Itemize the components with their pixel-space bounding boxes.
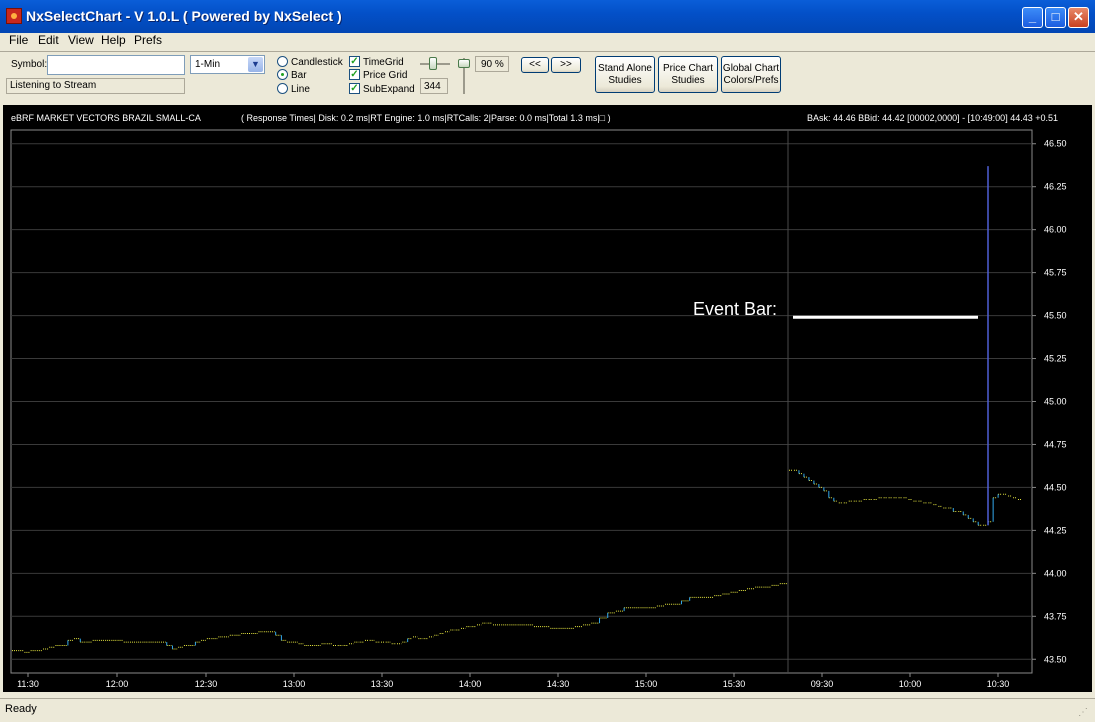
minimize-button[interactable]: _ xyxy=(1022,7,1043,28)
y-tick-label: 45.75 xyxy=(1044,268,1067,278)
y-tick-label: 45.25 xyxy=(1044,354,1067,364)
x-tick-label: 15:30 xyxy=(723,679,746,689)
menu-view[interactable]: View xyxy=(68,33,94,47)
price-chart-studies-line2: Studies xyxy=(671,74,705,86)
y-tick-label: 44.25 xyxy=(1044,525,1067,535)
interval-select[interactable]: 1-Min ▼ xyxy=(190,55,265,74)
y-tick-label: 44.50 xyxy=(1044,482,1067,492)
y-tick-label: 44.00 xyxy=(1044,568,1067,578)
chart-quote: BAsk: 44.46 BBid: 44.42 [00002,0000] - [… xyxy=(807,113,1058,123)
checkbox-sub-expand[interactable]: ✓ xyxy=(349,83,360,94)
prev-button[interactable]: << xyxy=(521,57,549,73)
radio-candlestick-label: Candlestick xyxy=(291,57,343,68)
minimize-icon: _ xyxy=(1028,9,1037,24)
maximize-button[interactable]: □ xyxy=(1045,7,1066,28)
percent-box: 90 % xyxy=(475,56,509,72)
checkbox-price-grid[interactable]: ✓ xyxy=(349,69,360,80)
radio-bar-label: Bar xyxy=(291,70,307,81)
y-tick-label: 45.00 xyxy=(1044,397,1067,407)
menu-divider xyxy=(0,51,1095,52)
stand-alone-studies-line2: Studies xyxy=(608,74,642,86)
symbol-input[interactable] xyxy=(47,55,185,75)
x-tick-label: 12:30 xyxy=(195,679,218,689)
next-button[interactable]: >> xyxy=(551,57,581,73)
chart-canvas: eBRF MARKET VECTORS BRAZIL SMALL-CA ( Res… xyxy=(10,113,1067,689)
checkbox-price-grid-label: Price Grid xyxy=(363,70,408,81)
x-tick-label: 13:30 xyxy=(371,679,394,689)
menu-file[interactable]: File xyxy=(9,33,28,47)
x-tick-label: 15:00 xyxy=(635,679,658,689)
price-chart[interactable]: eBRF MARKET VECTORS BRAZIL SMALL-CA ( Res… xyxy=(3,105,1092,692)
interval-value: 1-Min xyxy=(195,59,221,70)
price-chart-studies-line1: Price Chart xyxy=(662,62,713,74)
y-tick-label: 46.50 xyxy=(1044,139,1067,149)
x-tick-label: 10:30 xyxy=(987,679,1010,689)
stand-alone-studies-button[interactable]: Stand Alone Studies xyxy=(595,56,655,93)
x-tick-label: 11:30 xyxy=(17,679,39,689)
x-tick-label: 13:00 xyxy=(283,679,306,689)
checkbox-sub-expand-label: SubExpand xyxy=(363,84,415,95)
y-tick-label: 44.75 xyxy=(1044,439,1067,449)
global-chart-colors-line2: Colors/Prefs xyxy=(723,74,779,86)
stream-status-box: Listening to Stream xyxy=(6,78,185,94)
price-chart-studies-button[interactable]: Price Chart Studies xyxy=(658,56,718,93)
radio-line-label: Line xyxy=(291,84,310,95)
close-button[interactable]: ✕ xyxy=(1068,7,1089,28)
zoom-value-box: 344 xyxy=(420,78,448,94)
symbol-label: Symbol: xyxy=(11,59,48,70)
x-tick-label: 10:00 xyxy=(899,679,922,689)
chart-response-times: ( Response Times| Disk: 0.2 ms|RT Engine… xyxy=(241,113,611,123)
menu-help[interactable]: Help xyxy=(101,33,126,47)
menu-bar xyxy=(0,32,1095,50)
x-tick-label: 14:30 xyxy=(547,679,570,689)
chart-symbol-description: eBRF MARKET VECTORS BRAZIL SMALL-CA xyxy=(11,113,201,123)
chevron-down-icon[interactable]: ▼ xyxy=(248,57,263,72)
radio-candlestick[interactable] xyxy=(277,56,288,67)
horizontal-slider-thumb[interactable] xyxy=(429,57,437,70)
checkbox-time-grid-label: TimeGrid xyxy=(363,57,404,68)
y-tick-label: 46.25 xyxy=(1044,182,1067,192)
event-bar-annotation: Event Bar: xyxy=(693,299,777,319)
stand-alone-studies-line1: Stand Alone xyxy=(598,62,652,74)
status-text: Ready xyxy=(5,703,37,715)
x-tick-label: 12:00 xyxy=(106,679,129,689)
checkbox-time-grid[interactable]: ✓ xyxy=(349,56,360,67)
maximize-icon: □ xyxy=(1051,9,1060,24)
window-title: NxSelectChart - V 1.0.L ( Powered by NxS… xyxy=(26,8,342,24)
y-tick-label: 43.50 xyxy=(1044,654,1067,664)
stream-status: Listening to Stream xyxy=(10,80,97,91)
global-chart-colors-line1: Global Chart xyxy=(722,62,780,74)
menu-edit[interactable]: Edit xyxy=(38,33,59,47)
close-icon: ✕ xyxy=(1073,9,1084,24)
global-chart-colors-button[interactable]: Global Chart Colors/Prefs xyxy=(721,56,781,93)
vertical-slider-thumb[interactable] xyxy=(458,59,470,68)
y-tick-label: 45.50 xyxy=(1044,311,1067,321)
app-icon[interactable] xyxy=(6,8,22,24)
resize-grip-icon[interactable]: ⋰ xyxy=(1078,707,1088,718)
x-tick-label: 09:30 xyxy=(811,679,834,689)
menu-prefs[interactable]: Prefs xyxy=(134,33,162,47)
percent-value: 90 % xyxy=(481,59,504,70)
radio-bar[interactable] xyxy=(277,69,288,80)
status-bar: Ready ⋰ xyxy=(0,698,1095,722)
zoom-value: 344 xyxy=(424,81,441,92)
radio-line[interactable] xyxy=(277,83,288,94)
x-tick-label: 14:00 xyxy=(459,679,482,689)
y-tick-label: 43.75 xyxy=(1044,611,1067,621)
y-tick-label: 46.00 xyxy=(1044,225,1067,235)
